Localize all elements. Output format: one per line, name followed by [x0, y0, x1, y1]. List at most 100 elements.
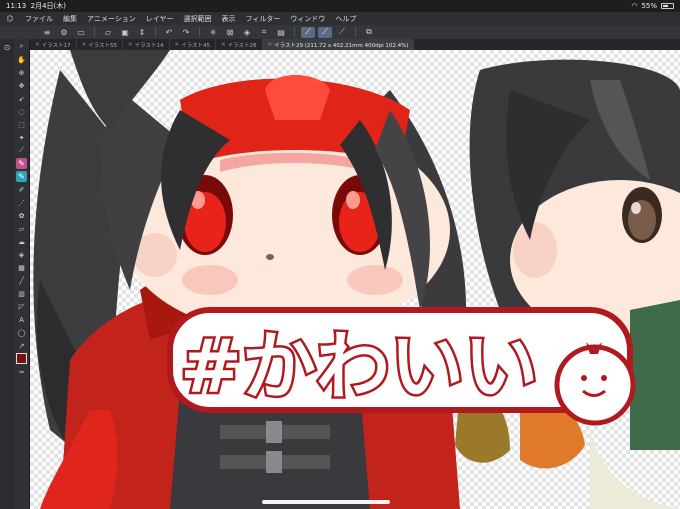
transform-icon[interactable]: ✳ [206, 27, 220, 38]
operation-icon[interactable]: ➹ [16, 93, 27, 104]
divider [355, 27, 356, 37]
airbrush-icon[interactable]: ⋰ [16, 197, 27, 208]
magnifier-icon[interactable]: ⌕ [16, 41, 27, 52]
undo-icon[interactable]: ↶ [162, 27, 176, 38]
balloon-icon[interactable]: ◯ [16, 327, 27, 338]
ruler-icon[interactable]: ◸ [16, 301, 27, 312]
home-indicator[interactable] [262, 500, 390, 504]
ruler-icon[interactable]: ▤ [274, 27, 288, 38]
close-icon[interactable]: ✕ [35, 42, 40, 48]
crop-icon[interactable]: ⌗ [257, 27, 271, 38]
spinner-icon[interactable]: ⇕ [135, 27, 149, 38]
status-date: 2月4日(木) [30, 2, 67, 10]
mochi-face-icon [554, 344, 636, 426]
color-wave-icon[interactable]: ≈ [16, 366, 27, 377]
clear-icon[interactable]: ⊠ [223, 27, 237, 38]
pen-edit-icon[interactable]: ⟋ [318, 26, 332, 38]
menu-help[interactable]: ヘルプ [330, 14, 361, 24]
menu-layer[interactable]: レイヤー [141, 14, 179, 24]
correct-line-icon[interactable]: ↗ [16, 340, 27, 351]
menu-icon[interactable]: ≡ [40, 27, 54, 38]
select-icon[interactable]: ⬚ [16, 119, 27, 130]
sticker-text: #かわいい [180, 324, 538, 410]
gradient-icon[interactable]: ▦ [16, 262, 27, 273]
status-time: 11:13 [6, 2, 27, 10]
battery-percent: 55% [641, 2, 657, 10]
menu-file[interactable]: ファイル [20, 14, 58, 24]
battery-icon [661, 3, 674, 9]
cheek-blush [182, 265, 238, 295]
menu-filter[interactable]: フィルター [241, 14, 286, 24]
tab-label: イラスト55 [88, 42, 117, 49]
lasso-icon[interactable]: ◌ [16, 106, 27, 117]
fill-icon[interactable]: ◈ [240, 27, 254, 38]
eraser-icon[interactable]: ▱ [16, 223, 27, 234]
tool-palette: ⌕ ✋ ⊕ ✥ ➹ ◌ ⬚ ✦ ⟋ ✎ ✎ ✐ ⋰ ✿ ▱ ☁ ◈ ▦ ╱ ▥ … [14, 39, 30, 509]
close-icon[interactable]: ✕ [268, 42, 273, 48]
divider [94, 27, 95, 37]
hand-icon[interactable]: ✋ [16, 54, 27, 65]
blend-icon[interactable]: ☁ [16, 236, 27, 247]
pen-icon[interactable]: ⟋ [301, 26, 315, 38]
close-icon[interactable]: ✕ [82, 42, 87, 48]
redo-icon[interactable]: ↷ [179, 27, 193, 38]
ios-status-bar: 11:13 2月4日(木) ◠ 55% [0, 0, 680, 12]
menu-animation[interactable]: アニメーション [82, 14, 141, 24]
eyedropper-icon[interactable]: ⟋ [335, 27, 349, 38]
zoom-icon[interactable]: ⊕ [16, 67, 27, 78]
app-logo-icon[interactable]: ⌬ [0, 14, 20, 23]
tab-document[interactable]: ✕ イラスト55 [77, 39, 123, 50]
mochi-eye [581, 375, 587, 381]
tab-label: イラスト28 [227, 42, 257, 49]
close-icon[interactable]: ✕ [128, 42, 133, 48]
divider [199, 27, 200, 37]
eyedropper-icon[interactable]: ⟋ [16, 145, 27, 156]
yuffie-ear [513, 222, 557, 278]
menu-edit[interactable]: 編集 [58, 14, 82, 24]
pencil-tool-icon[interactable]: ✎ [16, 171, 27, 182]
tab-label: イラスト29 (211.72 x 402.21mm 400dpi 102.4%) [274, 42, 409, 49]
frame-icon[interactable]: ▥ [16, 288, 27, 299]
mochi-eye [601, 375, 607, 381]
tab-document[interactable]: ✕ イラスト28 [216, 39, 263, 50]
tab-document[interactable]: ✕ イラスト17 [30, 39, 77, 50]
tab-document[interactable]: ✕ イラスト14 [123, 39, 170, 50]
duplicate-icon[interactable]: ⧉ [362, 27, 376, 38]
tab-document-active[interactable]: ✕ イラスト29 (211.72 x 402.21mm 400dpi 102.4%… [262, 39, 415, 50]
tab-label: イラスト17 [41, 42, 71, 49]
belt-buckle [266, 421, 282, 443]
menu-view[interactable]: 表示 [217, 14, 241, 24]
fill-icon[interactable]: ◈ [16, 249, 27, 260]
headband-shine [265, 75, 330, 120]
figure-icon[interactable]: ╱ [16, 275, 27, 286]
wifi-icon: ◠ [631, 2, 638, 10]
tool-strip: ⊙ [0, 39, 14, 509]
wand-icon[interactable]: ✦ [16, 132, 27, 143]
open-icon[interactable]: ▱ [101, 27, 115, 38]
close-icon[interactable]: ✕ [221, 42, 226, 48]
command-bar: ≡ ⚙ ▭ ▱ ▣ ⇕ ↶ ↷ ✳ ⊠ ◈ ⌗ ▤ ⟋ ⟋ ⟋ ⧉ [0, 25, 680, 39]
menu-selection[interactable]: 選択範囲 [179, 14, 217, 24]
file-icon[interactable]: ▭ [74, 27, 88, 38]
save-icon[interactable]: ▣ [118, 27, 132, 38]
document-tabs: ✕ イラスト17 ✕ イラスト55 ✕ イラスト14 ✕ イラスト45 ✕ イラスト28 … [30, 39, 680, 50]
text-icon[interactable]: A [16, 314, 27, 325]
tab-document[interactable]: ✕ イラスト45 [170, 39, 216, 50]
eye-highlight [346, 191, 360, 209]
decoration-icon[interactable]: ✿ [16, 210, 27, 221]
close-icon[interactable]: ✕ [175, 42, 180, 48]
main-color-swatch[interactable] [16, 353, 27, 364]
zoom-icon[interactable]: ⊙ [2, 42, 13, 53]
move-icon[interactable]: ✥ [16, 80, 27, 91]
tab-label: イラスト45 [181, 42, 210, 49]
drawing-canvas[interactable]: #かわいい [30, 50, 680, 509]
settings-icon[interactable]: ⚙ [57, 27, 71, 38]
menu-window[interactable]: ウィンドウ [285, 14, 330, 24]
sticker-kawaii: #かわいい [167, 307, 636, 426]
divider [155, 27, 156, 37]
divider [294, 27, 295, 37]
pen-tool-icon[interactable]: ✎ [16, 158, 27, 169]
cheek-blush [347, 265, 403, 295]
tab-label: イラスト14 [134, 42, 164, 49]
brush-icon[interactable]: ✐ [16, 184, 27, 195]
